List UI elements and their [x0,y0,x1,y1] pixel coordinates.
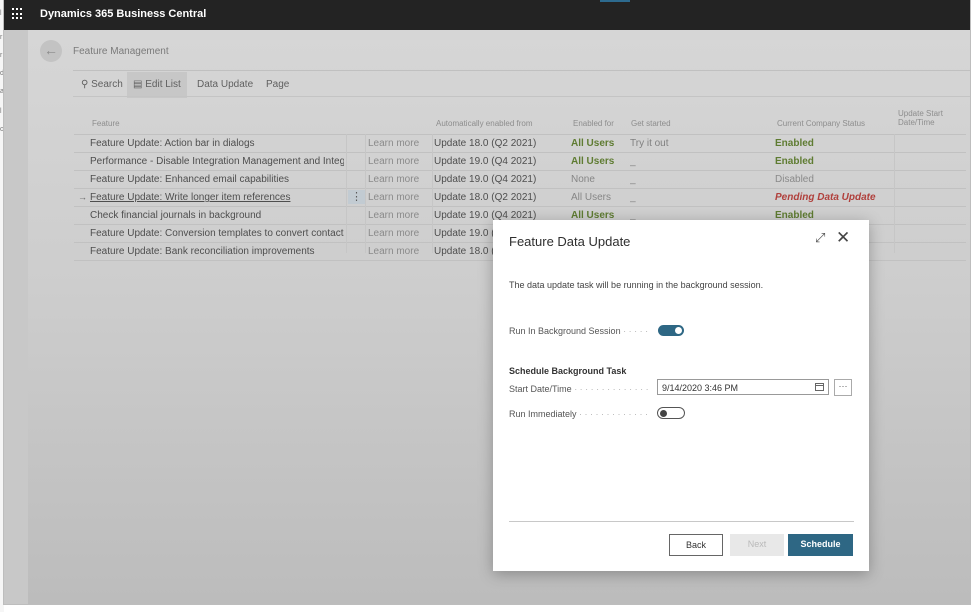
table-row[interactable]: Performance - Disable Integration Manage… [74,153,966,171]
top-accent-bar [600,0,630,2]
table-row[interactable]: Feature Update: Action bar in dialogs Le… [74,134,966,153]
application-window: Dynamics 365 Business Central ← Feature … [4,0,970,604]
feature-name: Feature Update: Conversion templates to … [90,228,344,239]
enabled-for-value[interactable]: All Users [571,189,611,206]
search-button[interactable]: ⚲ Search [81,72,123,98]
feature-name: Feature Update: Enhanced email capabilit… [90,174,290,185]
edit-list-icon: ▤ [133,79,143,90]
status-value: Enabled [775,156,814,167]
data-update-button[interactable]: Data Update [197,72,253,98]
back-button[interactable]: Back [669,534,723,556]
row-selector-arrow-icon: → [78,192,87,202]
schedule-section-title: Schedule Background Task [509,366,627,376]
feature-name: Performance - Disable Integration Manage… [90,156,344,167]
learn-more-link[interactable]: Learn more [368,189,419,206]
calendar-icon[interactable] [815,383,824,391]
column-header-update-start[interactable]: Update Start Date/Time [898,109,943,127]
learn-more-link[interactable]: Learn more [368,207,419,224]
table-row[interactable]: Feature Update: Enhanced email capabilit… [74,171,966,189]
search-icon: ⚲ [81,79,89,90]
back-arrow-icon[interactable]: ← [40,40,62,62]
get-started-value[interactable]: _ [630,171,636,188]
page-body: ← Feature Management ⚲ Search ▤ Edit Lis… [4,30,970,604]
close-icon[interactable]: ✕ [836,228,850,248]
status-value: Disabled [775,174,814,185]
dialog-footer-divider [509,521,854,522]
page-title: Feature Management [73,46,169,57]
row-actions-menu-icon[interactable]: ⋮ [348,190,365,204]
run-immediately-toggle[interactable] [657,407,685,419]
start-datetime-label: Start Date/Time [509,384,649,394]
learn-more-link[interactable]: Learn more [368,135,419,152]
run-immediately-label: Run Immediately [509,409,649,419]
next-button[interactable]: Next [730,534,784,556]
more-options-button[interactable]: ··· [834,379,852,396]
feature-name: Feature Update: Action bar in dialogs [90,138,255,149]
enabled-for-value[interactable]: All Users [571,135,614,152]
column-header-feature[interactable]: Feature [92,119,120,128]
status-value: Enabled [775,138,814,149]
run-in-background-toggle[interactable] [658,325,684,336]
auto-enabled-value: Update 19.0 (Q4 2021) [434,156,537,167]
run-in-background-label: Run In Background Session [509,326,649,336]
get-started-value[interactable]: _ [630,153,636,170]
edit-list-button[interactable]: ▤ Edit List [127,72,187,98]
table-row-selected[interactable]: → Feature Update: Write longer item refe… [74,189,966,207]
app-title: Dynamics 365 Business Central [40,8,207,20]
status-value: Pending Data Update [775,192,876,203]
auto-enabled-value: Update 18.0 (Q2 2021) [434,192,537,203]
auto-enabled-value: Update 18.0 (Q2 2021) [434,138,537,149]
learn-more-link[interactable]: Learn more [368,243,419,260]
column-header-get-started[interactable]: Get started [631,119,671,128]
feature-name: Feature Update: Bank reconciliation impr… [90,246,315,257]
column-header-enabled-for[interactable]: Enabled for [573,119,614,128]
get-started-value[interactable]: Try it out [630,135,669,152]
page-menu-button[interactable]: Page [266,72,289,98]
feature-name[interactable]: Feature Update: Write longer item refere… [90,189,344,206]
schedule-button[interactable]: Schedule [788,534,853,556]
learn-more-link[interactable]: Learn more [368,225,419,242]
get-started-value[interactable]: _ [630,189,636,206]
toolbar-divider [73,96,970,97]
dialog-title: Feature Data Update [509,234,631,249]
feature-data-update-dialog: Feature Data Update ⤢ ✕ The data update … [493,220,869,571]
column-divider [365,134,366,253]
start-datetime-input[interactable]: 9/14/2020 3:46 PM [657,379,829,395]
learn-more-link[interactable]: Learn more [368,153,419,170]
auto-enabled-value: Update 19.0 (Q4 2021) [434,174,537,185]
learn-more-link[interactable]: Learn more [368,171,419,188]
enabled-for-value[interactable]: None [571,171,595,188]
dialog-description: The data update task will be running in … [509,280,764,290]
app-launcher-icon[interactable] [12,8,24,20]
column-divider [894,134,895,253]
column-header-company-status[interactable]: Current Company Status [777,119,865,128]
column-divider [346,134,347,253]
column-divider [432,134,433,253]
top-bar: Dynamics 365 Business Central [4,0,970,30]
feature-name: Check financial journals in background [90,210,262,221]
enabled-for-value[interactable]: All Users [571,153,614,170]
column-header-auto-enabled[interactable]: Automatically enabled from [436,119,533,128]
navigation-column [4,30,28,604]
title-divider [73,70,970,71]
expand-icon[interactable]: ⤢ [815,230,825,246]
